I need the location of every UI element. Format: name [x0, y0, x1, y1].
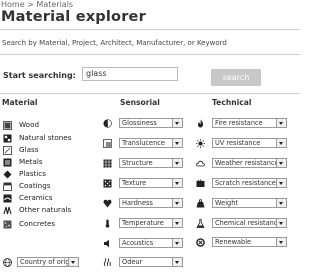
select-value: Hardness	[122, 199, 153, 207]
breadcrumb[interactable]: Home > Materials	[1, 0, 73, 9]
material-label: Other naturals	[19, 205, 72, 214]
technical-column-header: Technical	[212, 98, 252, 107]
globe-icon	[3, 258, 12, 267]
structure-icon	[103, 159, 112, 168]
material-label: Plastics	[19, 169, 46, 178]
page-title: Material explorer	[1, 9, 146, 25]
cloud-icon	[196, 160, 205, 167]
fire-resistance-select[interactable]: Fire resistance	[212, 118, 287, 128]
chevron-down-icon	[276, 238, 286, 246]
select-value: Texture	[122, 179, 147, 187]
material-label: Concretes	[19, 219, 56, 228]
temperature-select[interactable]: Temperature	[119, 218, 183, 228]
select-value: Odeur	[122, 258, 143, 266]
translucence-select[interactable]: Translucence	[119, 138, 183, 148]
chevron-down-icon	[276, 159, 286, 167]
select-value: Acoustics	[122, 239, 154, 247]
other-naturals-icon	[3, 206, 12, 215]
chevron-down-icon	[172, 159, 182, 167]
texture-select[interactable]: Texture	[119, 178, 183, 188]
scratch-icon	[196, 179, 205, 187]
plastics-icon	[3, 170, 12, 179]
chevron-down-icon	[276, 119, 286, 127]
select-value: Renewable	[215, 238, 252, 246]
chevron-down-icon	[172, 179, 182, 187]
fire-icon	[197, 119, 204, 128]
start-searching-label: Start searching:	[3, 71, 76, 80]
coatings-icon	[3, 182, 12, 191]
glossiness-icon	[103, 119, 112, 128]
select-value: Weather resistance	[215, 159, 279, 167]
select-value: Translucence	[122, 139, 165, 147]
hardness-select[interactable]: Hardness	[119, 198, 183, 208]
instructions-divider	[0, 54, 300, 55]
sun-icon	[196, 139, 205, 148]
weight-icon	[196, 199, 205, 208]
title-divider	[0, 29, 300, 30]
material-label: Metals	[19, 157, 43, 166]
chevron-down-icon	[276, 219, 286, 227]
glossiness-select[interactable]: Glossiness	[119, 118, 183, 128]
chevron-down-icon	[172, 258, 182, 266]
search-button[interactable]: search	[211, 69, 261, 86]
sensorial-column-header: Sensorial	[120, 98, 160, 107]
material-column-header: Material	[2, 98, 38, 107]
acoustics-select[interactable]: Acoustics	[119, 238, 183, 248]
chevron-down-icon	[276, 139, 286, 147]
metals-icon	[3, 158, 12, 167]
chevron-down-icon	[172, 119, 182, 127]
chemical-icon	[196, 219, 205, 228]
scratch-resistance-select[interactable]: Scratch resistance	[212, 178, 287, 188]
temperature-icon	[105, 219, 110, 228]
chevron-down-icon	[172, 199, 182, 207]
chevron-down-icon	[172, 139, 182, 147]
wood-icon	[3, 121, 12, 130]
search-instructions: Search by Material, Project, Architect, …	[2, 39, 227, 47]
filters-divider	[0, 93, 300, 94]
structure-select[interactable]: Structure	[119, 158, 183, 168]
chemical-resistance-select[interactable]: Chemical resistance	[212, 218, 287, 228]
odeur-icon	[103, 258, 111, 267]
uv-resistance-select[interactable]: UV resistance	[212, 138, 287, 148]
select-value: UV resistance	[215, 139, 261, 147]
material-label: Glass	[19, 145, 39, 154]
select-value: Temperature	[122, 219, 164, 227]
chevron-down-icon	[68, 258, 78, 266]
odeur-select[interactable]: Odeur	[119, 257, 183, 267]
select-value: Scratch resistance	[215, 179, 276, 187]
chevron-down-icon	[276, 179, 286, 187]
select-value: Chemical resistance	[215, 219, 282, 227]
select-value: Glossiness	[122, 119, 157, 127]
renewable-select[interactable]: Renewable	[212, 237, 287, 247]
material-label: Ceramics	[19, 193, 53, 202]
material-label: Natural stones	[19, 133, 72, 142]
ceramics-icon	[3, 194, 12, 203]
select-value: Structure	[122, 159, 153, 167]
select-value: Weight	[215, 199, 238, 207]
country-of-origin-select[interactable]: Country of origin	[17, 257, 79, 267]
chevron-down-icon	[172, 219, 182, 227]
translucence-icon	[103, 139, 112, 148]
natural-stones-icon	[3, 134, 12, 143]
chevron-down-icon	[172, 239, 182, 247]
hardness-icon	[103, 199, 112, 208]
acoustics-icon	[104, 239, 109, 248]
concretes-icon	[3, 220, 12, 229]
select-value: Fire resistance	[215, 119, 263, 127]
weight-select[interactable]: Weight	[212, 198, 287, 208]
material-label: Coatings	[19, 181, 51, 190]
texture-icon	[103, 179, 112, 188]
material-label: Wood	[19, 120, 40, 129]
chevron-down-icon	[276, 199, 286, 207]
search-input[interactable]: glass	[82, 67, 178, 81]
recycle-icon	[196, 238, 205, 247]
weather-resistance-select[interactable]: Weather resistance	[212, 158, 287, 168]
glass-icon	[3, 146, 12, 155]
